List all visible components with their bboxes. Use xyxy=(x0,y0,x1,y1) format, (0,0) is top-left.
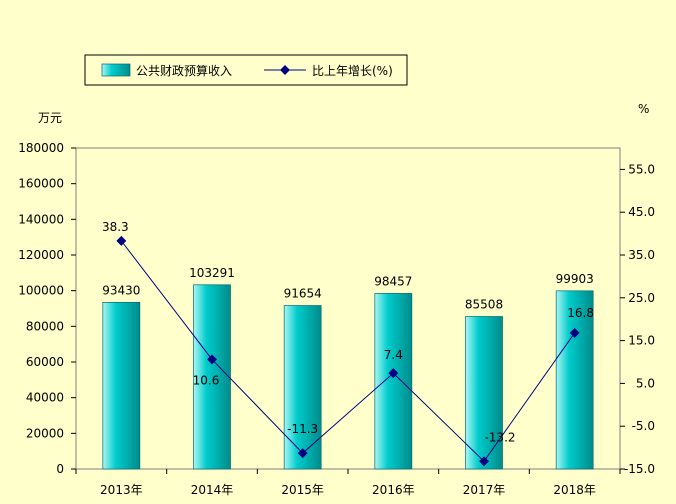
legend-bar-swatch xyxy=(101,63,131,77)
right-axis-tick-label: 25.0 xyxy=(628,291,655,305)
left-axis-tick-label: 40000 xyxy=(26,391,64,405)
bar-value-label: 91654 xyxy=(284,287,322,301)
bar-value-label: 98457 xyxy=(374,274,412,288)
legend-line-label: 比上年增长(%) xyxy=(312,64,393,78)
right-axis-tick-label: 5.0 xyxy=(636,376,655,390)
growth-value-label: 38.3 xyxy=(102,220,129,234)
growth-value-label: -11.3 xyxy=(287,422,318,436)
left-axis-tick-label: 160000 xyxy=(18,177,64,191)
left-axis-tick-label: 0 xyxy=(56,462,64,476)
chart: 公共财政预算收入 比上年增长(%) 万元 % 0 20000 40000 60000 80… xyxy=(18,54,655,497)
right-axis-tick-label: 15.0 xyxy=(628,334,655,348)
legend: 公共财政预算收入 比上年增长(%) xyxy=(84,54,408,86)
bar xyxy=(283,305,322,470)
x-axis-tick-label: 2015年 xyxy=(281,483,324,497)
right-axis-tick-label: -5.0 xyxy=(632,419,655,433)
right-axis-tick-label: -15.0 xyxy=(624,462,655,476)
x-axis-tick-label: 2018年 xyxy=(553,483,596,497)
left-axis-tick-label: 100000 xyxy=(18,284,64,298)
x-axis-tick-label: 2017年 xyxy=(463,483,506,497)
left-axis-unit: 万元 xyxy=(38,111,62,125)
bar xyxy=(465,316,503,470)
left-axis-tick-label: 60000 xyxy=(26,355,64,369)
x-axis-tick-label: 2013年 xyxy=(100,483,143,497)
bar-value-label: 99903 xyxy=(556,272,594,286)
left-axis-tick-label: 120000 xyxy=(18,248,64,262)
growth-point xyxy=(116,235,127,246)
right-axis-tick-label: 45.0 xyxy=(628,205,655,219)
growth-value-label: 10.6 xyxy=(193,373,220,387)
legend-bar-label: 公共财政预算收入 xyxy=(136,63,232,78)
growth-value-label: -13.2 xyxy=(484,430,515,444)
bar-value-label: 93430 xyxy=(102,283,140,297)
x-axis-tick-label: 2016年 xyxy=(372,483,415,497)
bar xyxy=(374,293,413,470)
bar-value-label: 103291 xyxy=(189,266,235,280)
bar-value-label: 85508 xyxy=(465,298,503,312)
growth-value-label: 7.4 xyxy=(384,348,403,362)
left-axis-tick-label: 180000 xyxy=(18,141,64,155)
right-axis-tick-label: 35.0 xyxy=(628,248,655,262)
left-axis-tick-label: 20000 xyxy=(26,426,64,440)
bar xyxy=(102,302,141,470)
right-axis-tick-label: 55.0 xyxy=(628,162,655,176)
growth-value-label: 16.8 xyxy=(567,306,594,320)
plot-area xyxy=(75,147,621,470)
left-axis-tick-label: 140000 xyxy=(18,212,64,226)
right-axis-unit: % xyxy=(638,102,649,116)
x-axis-tick-label: 2014年 xyxy=(191,483,234,497)
left-axis-tick-label: 80000 xyxy=(26,319,64,333)
